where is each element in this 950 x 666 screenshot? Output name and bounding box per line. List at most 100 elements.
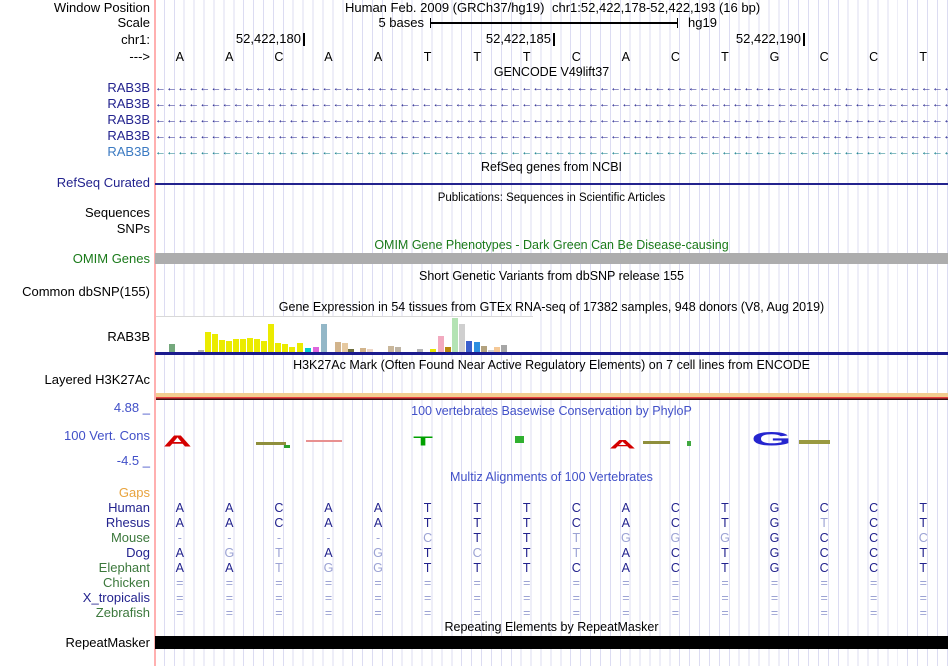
h3k27ac-track-title[interactable]: H3K27Ac Mark (Often Found Near Active Re…: [155, 359, 948, 372]
publications-track-label[interactable]: Sequences: [0, 206, 150, 220]
publications-track-title[interactable]: Publications: Sequences in Scientific Ar…: [155, 192, 948, 205]
multiz-base: T: [275, 560, 283, 575]
strand-label: --->: [129, 49, 150, 64]
sequence-base: A: [175, 50, 184, 64]
gencode-transcript-arrows[interactable]: ←←←←←←←←←←←←←←←←←←←←←←←←←←←←←←←←←←←←←←←←…: [155, 113, 948, 127]
h3k27ac-track-label[interactable]: Layered H3K27Ac: [0, 373, 150, 387]
multiz-base: A: [175, 545, 184, 560]
multiz-base: =: [870, 605, 878, 620]
gtex-bar: [254, 339, 260, 352]
multiz-base: =: [523, 590, 531, 605]
multiz-base: =: [374, 575, 382, 590]
phylop-track-title[interactable]: 100 vertebrates Basewise Conservation by…: [155, 405, 948, 418]
phylop-mark: [687, 441, 691, 446]
gtex-bar: [438, 336, 444, 352]
gtex-track-title[interactable]: Gene Expression in 54 tissues from GTEx …: [155, 301, 948, 314]
gencode-transcript-arrows[interactable]: ←←←←←←←←←←←←←←←←←←←←←←←←←←←←←←←←←←←←←←←←…: [155, 81, 948, 95]
repeatmasker-track-title[interactable]: Repeating Elements by RepeatMasker: [155, 621, 948, 634]
multiz-species-label[interactable]: Zebrafish: [0, 605, 150, 620]
gtex-gene-label[interactable]: RAB3B: [0, 330, 150, 344]
multiz-base: T: [423, 515, 432, 530]
multiz-base: A: [621, 560, 631, 575]
multiz-base: =: [374, 605, 382, 620]
gtex-bar: [321, 324, 327, 352]
gtex-expression-chart[interactable]: [155, 316, 533, 352]
multiz-base: T: [721, 500, 729, 515]
sequence-base: A: [373, 50, 383, 64]
h3k27ac-layered-band[interactable]: [155, 393, 948, 400]
sequence-base: C: [670, 50, 680, 64]
multiz-species-label[interactable]: Chicken: [0, 575, 150, 590]
multiz-species-label[interactable]: Gaps: [0, 485, 150, 500]
gencode-transcript-label[interactable]: RAB3B: [0, 113, 150, 127]
omim-track-title[interactable]: OMIM Gene Phenotypes - Dark Green Can Be…: [155, 239, 948, 252]
multiz-base: T: [522, 530, 531, 545]
snps-track-label[interactable]: SNPs: [0, 222, 150, 236]
gencode-transcript-arrows[interactable]: ←←←←←←←←←←←←←←←←←←←←←←←←←←←←←←←←←←←←←←←←…: [155, 145, 948, 159]
multiz-base: =: [176, 575, 184, 590]
multiz-base: A: [373, 500, 383, 515]
multiz-base: =: [770, 575, 779, 590]
multiz-base: T: [919, 515, 928, 530]
refseq-gene-line[interactable]: [155, 183, 948, 185]
multiz-base: T: [522, 500, 531, 515]
sequence-base: T: [423, 50, 432, 64]
scale-label: Scale: [117, 15, 150, 30]
multiz-track-title[interactable]: Multiz Alignments of 100 Vertebrates: [155, 471, 948, 484]
gencode-track-title[interactable]: GENCODE V49lift37: [155, 66, 948, 79]
multiz-base: A: [225, 500, 234, 515]
refseq-track-label[interactable]: RefSeq Curated: [0, 176, 150, 190]
gtex-bar: [268, 324, 274, 352]
multiz-species-label[interactable]: Dog: [0, 545, 150, 560]
multiz-base: T: [473, 530, 481, 545]
multiz-base: =: [423, 575, 432, 590]
multiz-base: C: [670, 545, 680, 560]
dbsnp-track-title[interactable]: Short Genetic Variants from dbSNP releas…: [155, 270, 948, 283]
multiz-base: C: [819, 545, 829, 560]
multiz-base: =: [820, 590, 828, 605]
multiz-base: C: [869, 500, 879, 515]
window-position-label: Window Position: [53, 0, 150, 15]
multiz-base: T: [522, 545, 531, 560]
repeatmasker-bar[interactable]: [155, 636, 948, 649]
gencode-transcript-label[interactable]: RAB3B: [0, 81, 150, 95]
genome-browser-image[interactable]: Window Position Human Feb. 2009 (GRCh37/…: [0, 0, 950, 666]
multiz-species-label[interactable]: Elephant: [0, 560, 150, 575]
multiz-base: =: [225, 605, 233, 620]
multiz-base: A: [225, 560, 234, 575]
multiz-species-label[interactable]: Mouse: [0, 530, 150, 545]
multiz-base: T: [919, 500, 928, 515]
multiz-base: =: [770, 605, 779, 620]
multiz-species-label[interactable]: Rhesus: [0, 515, 150, 530]
multiz-base: =: [671, 590, 680, 605]
refseq-track-title[interactable]: RefSeq genes from NCBI: [155, 161, 948, 174]
multiz-base: =: [176, 605, 184, 620]
gencode-transcript-arrows[interactable]: ←←←←←←←←←←←←←←←←←←←←←←←←←←←←←←←←←←←←←←←←…: [155, 129, 948, 143]
gencode-transcript-label[interactable]: RAB3B: [0, 97, 150, 111]
multiz-base: C: [670, 560, 680, 575]
multiz-base: G: [620, 530, 631, 545]
phylop-letter: A: [609, 436, 636, 451]
sequence-base: T: [473, 50, 481, 64]
multiz-base: =: [324, 575, 333, 590]
multiz-base: =: [870, 575, 878, 590]
gencode-transcript-label[interactable]: RAB3B: [0, 129, 150, 143]
multiz-base: G: [373, 560, 383, 575]
gencode-transcript-arrows[interactable]: ←←←←←←←←←←←←←←←←←←←←←←←←←←←←←←←←←←←←←←←←…: [155, 97, 948, 111]
multiz-base: T: [275, 545, 283, 560]
gencode-transcript-label[interactable]: RAB3B: [0, 145, 150, 159]
multiz-species-label[interactable]: X_tropicalis: [0, 590, 150, 605]
multiz-base: G: [720, 530, 730, 545]
dbsnp-track-label[interactable]: Common dbSNP(155): [0, 285, 150, 299]
repeatmasker-track-label[interactable]: RepeatMasker: [0, 636, 150, 650]
svg-text:G: G: [751, 430, 791, 446]
multiz-base: =: [870, 590, 878, 605]
multiz-base: =: [721, 590, 729, 605]
omim-track-label[interactable]: OMIM Genes: [0, 252, 150, 266]
omim-gene-bar[interactable]: [155, 253, 948, 264]
multiz-species-label[interactable]: Human: [0, 500, 150, 515]
gtex-bar: [219, 340, 225, 352]
phylop-mark: [306, 440, 342, 442]
sequence-base: C: [869, 50, 879, 64]
phylop-track-label[interactable]: 100 Vert. Cons: [0, 429, 150, 443]
